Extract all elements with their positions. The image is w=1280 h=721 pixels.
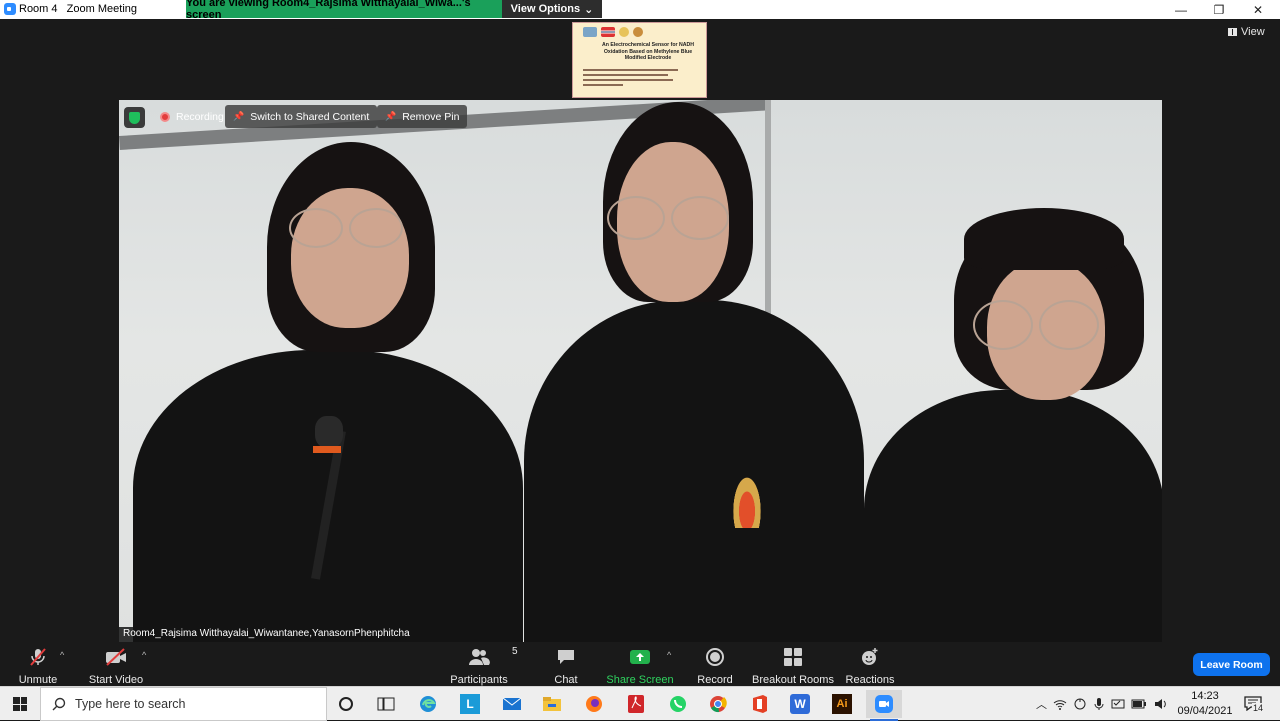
- file-explorer-icon[interactable]: [534, 690, 570, 718]
- notification-center-icon[interactable]: 14: [1240, 693, 1266, 715]
- sync-icon[interactable]: [1073, 697, 1087, 711]
- view-options-label: View Options: [510, 3, 581, 15]
- chevron-down-icon: ⌄: [584, 3, 594, 16]
- video-options-caret[interactable]: ^: [142, 650, 146, 660]
- record-icon: [705, 647, 725, 667]
- microphone-band: [313, 446, 341, 453]
- school-emblem: [731, 472, 763, 528]
- reactions-icon: [860, 647, 880, 667]
- office-icon[interactable]: [742, 690, 778, 718]
- start-video-label: Start Video: [88, 674, 144, 686]
- close-button[interactable]: ✕: [1239, 0, 1277, 19]
- grid-view-icon: [1228, 28, 1237, 36]
- chat-label: Chat: [554, 674, 578, 686]
- chat-icon: [556, 647, 576, 667]
- leave-room-button[interactable]: Leave Room: [1193, 653, 1270, 676]
- view-layout-label: View: [1241, 26, 1265, 38]
- minimize-button[interactable]: —: [1162, 0, 1200, 19]
- switch-to-shared-content-button[interactable]: 📌 Switch to Shared Content: [225, 105, 378, 128]
- microphone-head: [315, 416, 343, 448]
- encryption-shield-icon[interactable]: [124, 107, 145, 128]
- view-layout-button[interactable]: View: [1228, 26, 1265, 38]
- view-options-button[interactable]: View Options ⌄: [502, 0, 602, 18]
- wifi-icon[interactable]: [1053, 697, 1067, 711]
- chrome-icon[interactable]: [700, 690, 736, 718]
- search-icon: [52, 697, 66, 711]
- windows-logo-icon: [13, 697, 27, 711]
- reactions-label: Reactions: [845, 674, 895, 686]
- microphone-muted-icon: [28, 647, 48, 667]
- start-video-button[interactable]: Start Video: [88, 642, 144, 686]
- breakout-rooms-label: Breakout Rooms: [752, 674, 834, 686]
- recording-label: Recording: [176, 110, 224, 123]
- participants-button[interactable]: 5 Participants: [448, 642, 518, 686]
- battery-icon[interactable]: [1131, 698, 1147, 710]
- cortana-icon[interactable]: [328, 690, 364, 718]
- network-icon[interactable]: [1111, 697, 1125, 711]
- zoom-app-icon: [4, 3, 16, 15]
- share-options-caret[interactable]: ^: [667, 650, 671, 660]
- chat-button[interactable]: Chat: [548, 642, 584, 686]
- illustrator-icon[interactable]: Ai: [824, 690, 860, 718]
- switch-label: Switch to Shared Content: [250, 110, 370, 123]
- participants-count: 5: [512, 646, 518, 657]
- emblem-icon: [633, 27, 643, 37]
- unmute-button[interactable]: Unmute: [14, 642, 62, 686]
- clock-date: 09/04/2021: [1177, 705, 1233, 717]
- record-label: Record: [697, 674, 733, 686]
- volume-icon[interactable]: [1153, 697, 1167, 711]
- microphone-tray-icon[interactable]: [1093, 697, 1105, 711]
- task-view-icon[interactable]: [368, 690, 404, 718]
- participant-name-label: Room4_Rajsima Witthayalai_Wiwantanee,Yan…: [119, 627, 414, 642]
- acrobat-icon[interactable]: [618, 690, 654, 718]
- system-tray: ︿: [1036, 687, 1167, 721]
- logo-icon: [583, 27, 597, 37]
- thumbnail-logos: [583, 27, 643, 37]
- reactions-button[interactable]: Reactions: [844, 642, 896, 686]
- record-button[interactable]: Record: [694, 642, 736, 686]
- pin-icon: 📌: [233, 111, 245, 121]
- notification-count: 14: [1252, 703, 1265, 713]
- remove-pin-label: Remove Pin: [402, 110, 460, 123]
- windows-taskbar: Type here to search L W Ai ︿ 14:23 09/04…: [0, 686, 1280, 721]
- share-screen-label: Share Screen: [606, 674, 674, 686]
- recording-icon: [160, 111, 170, 122]
- participant-video[interactable]: Recording 📌 Switch to Shared Content 📌 R…: [119, 100, 1162, 642]
- meeting-toolbar: Unmute ^ Start Video ^ 5 Participants Ch…: [0, 642, 1280, 686]
- thumbnail-title: An Electrochemical Sensor for NADH Oxida…: [602, 42, 694, 61]
- start-button[interactable]: [0, 687, 40, 721]
- video-off-icon: [104, 647, 128, 667]
- remove-pin-button[interactable]: 📌 Remove Pin: [377, 105, 468, 128]
- recording-indicator[interactable]: Recording: [152, 105, 232, 128]
- breakout-rooms-button[interactable]: Breakout Rooms: [752, 642, 834, 686]
- clock-time: 14:23: [1191, 690, 1219, 702]
- window-title: Room 4 Zoom Meeting: [19, 3, 137, 15]
- wps-writer-icon[interactable]: W: [782, 690, 818, 718]
- taskbar-search-box[interactable]: Type here to search: [40, 687, 327, 721]
- whatsapp-icon[interactable]: [660, 690, 696, 718]
- pin-icon: 📌: [385, 111, 397, 121]
- seal-icon: [619, 27, 629, 37]
- firefox-icon[interactable]: [576, 690, 612, 718]
- mail-icon[interactable]: [494, 690, 530, 718]
- thumbnail-text-lines: [583, 69, 683, 89]
- zoom-taskbar-icon[interactable]: [866, 690, 902, 721]
- restore-button[interactable]: ❐: [1200, 0, 1238, 19]
- search-placeholder: Type here to search: [75, 697, 186, 711]
- screen-share-banner: You are viewing Room4_Rajsima Witthayala…: [186, 0, 502, 21]
- participants-label: Participants: [450, 674, 508, 686]
- edge-icon[interactable]: [410, 690, 446, 718]
- breakout-rooms-icon: [783, 647, 803, 667]
- participants-icon: 5: [468, 646, 518, 667]
- tray-chevron-up-icon[interactable]: ︿: [1036, 696, 1047, 712]
- shared-content-thumbnail[interactable]: An Electrochemical Sensor for NADH Oxida…: [572, 22, 707, 98]
- share-screen-button[interactable]: Share Screen: [606, 642, 674, 686]
- taskbar-clock[interactable]: 14:23 09/04/2021: [1172, 689, 1238, 719]
- unmute-label: Unmute: [18, 674, 58, 686]
- audio-options-caret[interactable]: ^: [60, 650, 64, 660]
- lexicon-app-icon[interactable]: L: [452, 690, 488, 718]
- share-screen-icon: [629, 647, 651, 667]
- thai-flag-icon: [601, 27, 615, 37]
